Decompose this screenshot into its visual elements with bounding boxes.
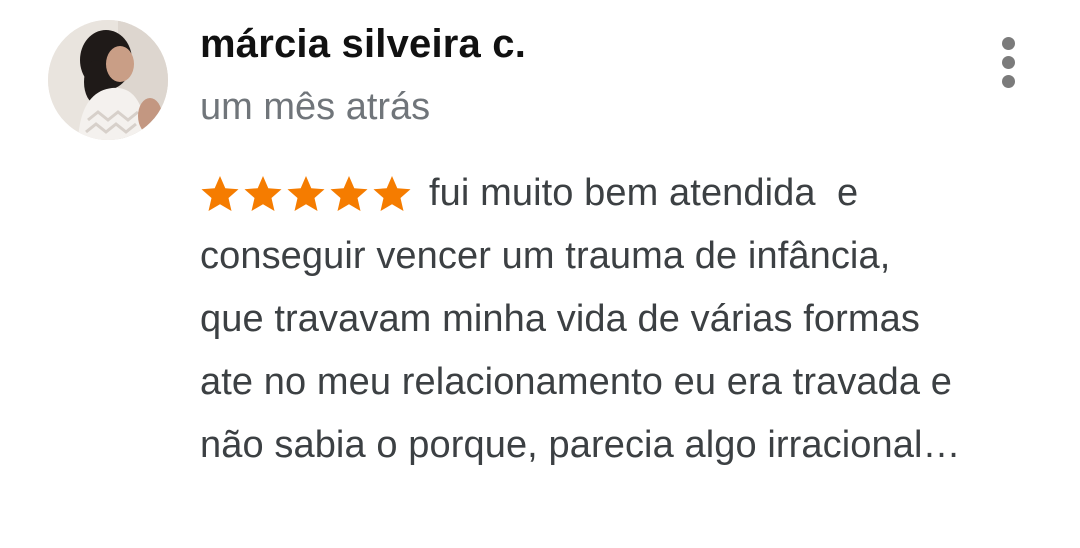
author-name[interactable]: márcia silveira c. (200, 22, 526, 67)
avatar-photo (48, 20, 168, 140)
more-vert-icon-dot (1001, 74, 1015, 88)
more-vert-icon-dot (1001, 55, 1015, 69)
review-timestamp: um mês atrás (200, 86, 431, 128)
star-rating (200, 162, 415, 225)
review-text-line: fui muito bem atendida e (200, 162, 1050, 225)
review-text-line: ate no meu relacionamento eu era travada… (200, 361, 953, 403)
avatar[interactable] (48, 20, 168, 140)
review-text: fui muito bem atendida e conseguir vence… (200, 162, 1050, 477)
star-icon (243, 162, 283, 225)
star-icon (329, 162, 369, 225)
review-text-line: conseguir vencer um trauma de infância, (200, 235, 891, 277)
star-icon (286, 162, 326, 225)
review-card: márcia silveira c. um mês atrás fui muit… (0, 0, 1080, 548)
review-text-line: que travavam minha vida de várias formas (200, 298, 920, 340)
review-text-line: não sabia o porque, parecia algo irracio… (200, 424, 961, 466)
star-icon (372, 162, 412, 225)
more-options-button[interactable] (984, 28, 1032, 96)
star-icon (200, 162, 240, 225)
review-text-line-content: fui muito bem atendida e (429, 172, 859, 214)
more-vert-icon-dot (1001, 36, 1015, 50)
